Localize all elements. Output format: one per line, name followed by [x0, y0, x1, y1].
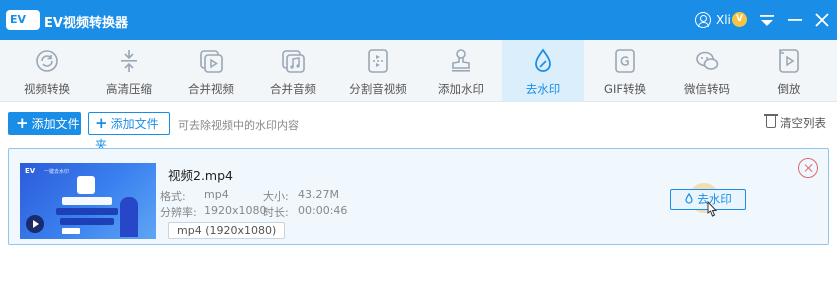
user-avatar-icon[interactable]	[695, 12, 711, 28]
thumbnail-logo-sub: 一键去水印	[44, 169, 70, 175]
trash-icon[interactable]	[764, 114, 778, 128]
mouse-cursor-icon	[707, 201, 718, 217]
play-icon[interactable]	[26, 215, 44, 233]
drop-icon	[535, 48, 551, 72]
tool-label: 微信转码	[684, 82, 730, 96]
add-file-label: 添加文件	[31, 117, 80, 131]
thumbnail-banner	[62, 228, 80, 234]
plus-icon: +	[95, 114, 108, 132]
vip-badge[interactable]: V	[732, 12, 747, 27]
split-icon	[368, 49, 388, 73]
tool-reverse[interactable]: 倒放	[748, 40, 830, 102]
tool-label: 高清压缩	[106, 82, 152, 96]
tool-merge-video[interactable]: 合并视频	[170, 40, 252, 102]
tool-video-convert[interactable]: 视频转换	[6, 40, 88, 102]
add-folder-button[interactable]: + 添加文件夹	[88, 112, 170, 152]
plus-icon: +	[16, 114, 29, 132]
wechat-icon	[696, 51, 719, 70]
tool-split-av[interactable]: 分割音视频	[334, 40, 422, 102]
tool-label: 视频转换	[24, 82, 70, 96]
tool-label: 去水印	[525, 82, 561, 96]
clear-list-button[interactable]: 清空列表	[780, 115, 826, 131]
resolution-value: 1920x1080	[204, 204, 267, 217]
feature-toolbar: 视频转换 高清压缩 合并视频 合并音频 分割音视频 添加水印 去水印 GIF转换…	[0, 40, 837, 102]
tool-label: 添加水印	[438, 82, 484, 96]
thumbnail-banner	[62, 197, 112, 205]
tool-merge-audio[interactable]: 合并音频	[252, 40, 334, 102]
output-format-select[interactable]: mp4 (1920x1080)	[168, 222, 286, 239]
tool-hd-compress[interactable]: 高清压缩	[88, 40, 170, 102]
thumbnail-figure	[120, 197, 138, 237]
reverse-icon	[779, 49, 799, 73]
duration-value: 00:00:46	[298, 204, 348, 217]
format-label: 格式:	[160, 190, 186, 203]
size-label: 大小:	[263, 190, 289, 203]
resolution-label: 分辨率:	[160, 206, 197, 219]
thumbnail-banner	[60, 218, 114, 225]
thumbnail-shield-icon	[77, 176, 95, 194]
format-value: mp4	[204, 188, 229, 201]
app-logo: EV	[6, 10, 40, 30]
minimize-icon[interactable]	[785, 10, 805, 30]
thumbnail-logo: EV	[25, 167, 36, 175]
compress-icon	[121, 50, 137, 72]
tool-label: 分割音视频	[349, 82, 407, 96]
tool-remove-watermark[interactable]: 去水印	[502, 40, 584, 102]
tool-add-watermark[interactable]: 添加水印	[420, 40, 502, 102]
video-thumbnail[interactable]: EV 一键去水印	[20, 163, 156, 239]
title-bar: EV EV视频转换器 Xli V	[0, 0, 837, 40]
app-logo-text: EV	[10, 13, 27, 26]
merge-audio-icon	[282, 50, 305, 73]
file-name: 视频2.mp4	[168, 168, 233, 183]
add-file-button[interactable]: + 添加文件	[8, 112, 81, 135]
file-list-item[interactable]: EV 一键去水印 视频2.mp4 格式: mp4 大小: 43.27M 分辨率:…	[8, 148, 829, 245]
window-close-icon[interactable]	[812, 10, 832, 30]
tool-label: GIF转换	[604, 82, 646, 96]
thumbnail-banner	[56, 208, 118, 215]
menu-icon[interactable]	[757, 10, 777, 30]
merge-video-icon	[200, 50, 223, 73]
remove-file-icon[interactable]	[798, 158, 818, 178]
app-title: EV视频转换器	[44, 16, 128, 31]
drop-icon	[685, 192, 693, 204]
hint-text: 可去除视频中的水印内容	[178, 119, 299, 132]
convert-icon	[36, 50, 58, 72]
tool-gif-convert[interactable]: GIF转换	[584, 40, 666, 102]
duration-label: 时长:	[263, 206, 289, 219]
user-name[interactable]: Xli	[716, 13, 731, 27]
tool-label: 合并视频	[188, 82, 234, 96]
stamp-icon	[452, 49, 470, 72]
tool-label: 合并音频	[270, 82, 316, 96]
tool-label: 倒放	[777, 82, 801, 96]
size-value: 43.27M	[298, 188, 339, 201]
gif-icon	[615, 49, 635, 73]
tool-wechat-transcode[interactable]: 微信转码	[666, 40, 748, 102]
